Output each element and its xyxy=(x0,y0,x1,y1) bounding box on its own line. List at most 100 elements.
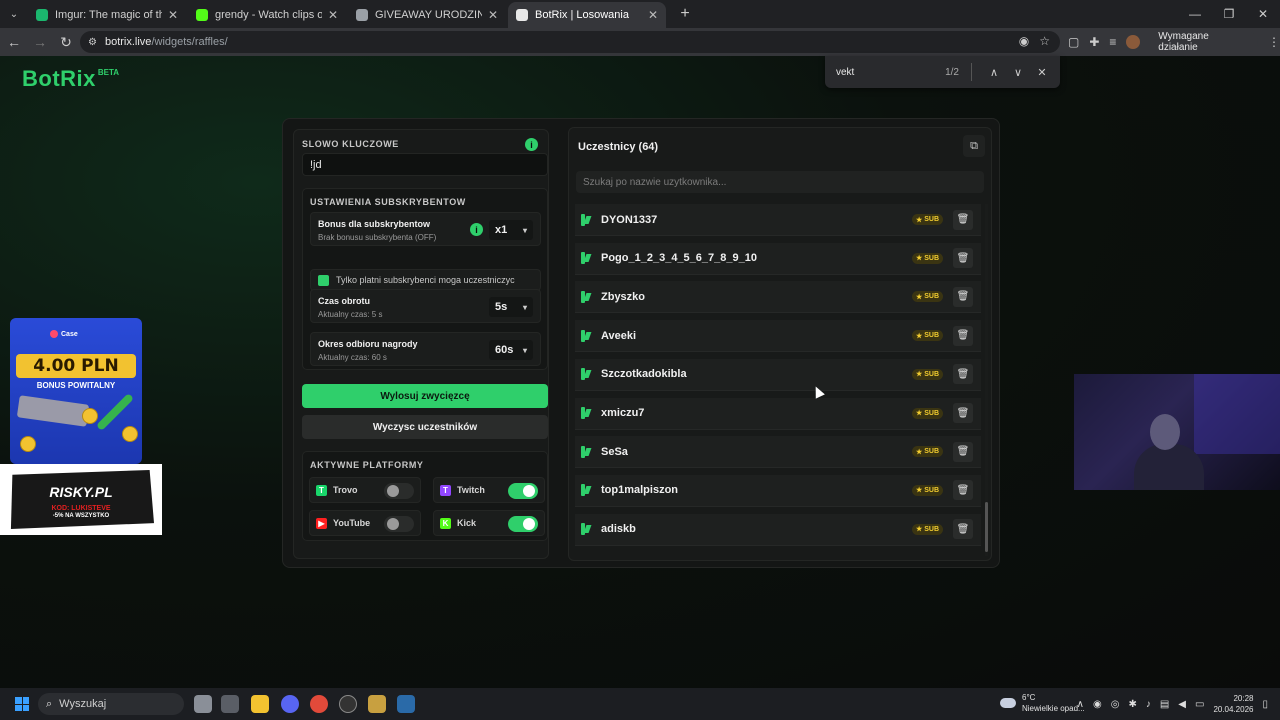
chrome-icon[interactable] xyxy=(310,695,328,713)
lens-icon[interactable]: ◉ xyxy=(1019,34,1029,48)
scrollbar-thumb[interactable] xyxy=(985,502,988,552)
extension-icon[interactable]: ▢ xyxy=(1068,35,1079,49)
puzzle-icon[interactable]: ✚ xyxy=(1089,35,1099,49)
sub-badge: ★ SUB xyxy=(911,330,943,342)
platform-trovo: T Trovo xyxy=(309,477,421,503)
discord-tray-icon[interactable]: ◉ xyxy=(1093,699,1102,710)
risky-ad-discount: -5% NA WSZYSTKO xyxy=(52,513,110,519)
back-icon[interactable]: ← xyxy=(2,30,26,54)
case-ad-banner: Case 4.00 PLN BONUS POWITALNY xyxy=(10,318,142,464)
battery-icon[interactable]: ▭ xyxy=(1195,699,1204,710)
tab-favicon-icon xyxy=(356,9,368,21)
claim-time-dropdown[interactable]: 60s ▾ xyxy=(489,340,533,360)
platform-toggle[interactable] xyxy=(508,516,538,532)
profile-avatar[interactable] xyxy=(1126,35,1141,49)
media-icon[interactable]: ≡ xyxy=(1109,35,1116,49)
minimize-icon[interactable]: — xyxy=(1178,0,1212,28)
sub-badge-label: SUB xyxy=(924,332,939,340)
forward-icon[interactable]: → xyxy=(28,30,52,54)
file-explorer-icon[interactable] xyxy=(251,695,269,713)
webcam-person-body xyxy=(1134,444,1204,490)
bluetooth-icon[interactable]: ✱ xyxy=(1128,699,1136,710)
trash-icon[interactable]: 🗑 xyxy=(953,248,973,269)
draw-winner-button[interactable]: Wylosuj zwycięzcę xyxy=(302,384,548,408)
case-ad-amount: 4.00 PLN xyxy=(16,354,136,378)
app-icon[interactable] xyxy=(368,695,386,713)
close-tab-icon[interactable]: ✕ xyxy=(168,8,178,22)
find-input[interactable]: vekt xyxy=(836,67,945,78)
chevron-up-icon[interactable]: ∧ xyxy=(1077,699,1084,710)
copy-icon[interactable]: ⧉ xyxy=(963,135,985,157)
steam-tray-icon[interactable]: ◎ xyxy=(1111,699,1120,710)
kick-icon xyxy=(581,445,591,458)
notifications-icon[interactable]: ▯ xyxy=(1262,699,1268,710)
reload-icon[interactable]: ↻ xyxy=(54,30,78,54)
trash-icon[interactable]: 🗑 xyxy=(953,519,973,540)
mic-icon[interactable]: ♪ xyxy=(1146,699,1151,710)
browser-tab[interactable]: GIVEAWAY URODZINOWY ✕ xyxy=(348,2,506,28)
clock[interactable]: 20:28 20.04.2026 xyxy=(1213,693,1253,715)
close-tab-icon[interactable]: ✕ xyxy=(648,8,658,22)
chevron-down-icon: ▾ xyxy=(522,302,527,312)
only-paid-subs-option[interactable]: Tylko platni subskrybenci moga uczestnic… xyxy=(310,269,541,291)
trash-icon[interactable]: 🗑 xyxy=(953,364,973,385)
browser-tab[interactable]: Imgur: The magic of the Interne ✕ xyxy=(28,2,186,28)
task-view-icon[interactable] xyxy=(194,695,212,713)
close-tab-icon[interactable]: ✕ xyxy=(328,8,338,22)
bookmark-star-icon[interactable]: ☆ xyxy=(1039,34,1050,48)
sub-bonus-value: x1 xyxy=(495,224,508,236)
logo[interactable]: BotRix BETA xyxy=(22,66,119,92)
platform-twitch: T Twitch xyxy=(433,477,545,503)
find-prev-icon[interactable]: ∧ xyxy=(984,66,1004,79)
taskbar-search[interactable]: ⌕ Wyszukaj xyxy=(38,693,184,715)
claim-time-title: Okres odbioru nagrody xyxy=(318,339,418,349)
weather-widget[interactable]: 6°C Niewielkie opad... xyxy=(1000,692,1085,714)
clear-participants-button[interactable]: Wyczysc uczestników xyxy=(302,415,548,439)
checkbox[interactable] xyxy=(318,274,329,286)
site-info-icon[interactable]: ⚙ xyxy=(88,37,97,48)
trash-icon[interactable]: 🗑 xyxy=(953,403,973,423)
find-close-icon[interactable]: ✕ xyxy=(1032,66,1052,79)
network-icon[interactable]: ▤ xyxy=(1160,699,1169,710)
address-bar[interactable]: ⚙ botrix.live/widgets/raffles/ ◉ ☆ xyxy=(80,31,1060,53)
kick-icon xyxy=(581,329,591,342)
trash-icon[interactable]: 🗑 xyxy=(953,480,973,501)
tab-search-icon[interactable]: ⌄ xyxy=(0,0,28,28)
raffle-panel: SLOWO KLUCZOWE i !jd USTAWIENIA SUBSKRYB… xyxy=(282,118,1000,568)
trash-icon[interactable]: 🗑 xyxy=(953,286,973,307)
windows-start-icon[interactable] xyxy=(15,697,29,711)
participant-name: adiskb xyxy=(601,523,636,536)
volume-icon[interactable]: ◀ xyxy=(1178,699,1186,710)
restore-icon[interactable]: ❐ xyxy=(1212,0,1246,28)
find-next-icon[interactable]: ∨ xyxy=(1008,66,1028,79)
sub-bonus-info-icon[interactable]: i xyxy=(470,223,483,236)
platform-toggle[interactable] xyxy=(508,483,538,499)
action-required-button[interactable]: Wymagane działanie xyxy=(1150,31,1258,53)
new-tab-button[interactable]: + xyxy=(674,3,696,25)
trash-icon[interactable]: 🗑 xyxy=(953,441,973,462)
claim-time-value: 60s xyxy=(495,344,514,356)
participant-name: top1malpiszon xyxy=(601,484,679,497)
obs-icon[interactable] xyxy=(339,695,357,713)
more-menu-icon[interactable]: ⋮ xyxy=(1268,35,1280,49)
kick-icon xyxy=(581,252,591,265)
trash-icon[interactable]: 🗑 xyxy=(953,325,973,346)
platform-toggle[interactable] xyxy=(384,516,414,532)
trash-icon[interactable]: 🗑 xyxy=(953,209,973,230)
browser-tab[interactable]: BotRix | Losowania ✕ xyxy=(508,2,666,28)
sub-bonus-dropdown[interactable]: x1 ▾ xyxy=(489,220,533,240)
keyword-input[interactable]: !jd xyxy=(302,153,548,176)
steam-icon[interactable] xyxy=(397,695,415,713)
discord-icon[interactable] xyxy=(281,695,299,713)
close-tab-icon[interactable]: ✕ xyxy=(488,8,498,22)
browser-tab[interactable]: grendy - Watch clips on Kick ✕ xyxy=(188,2,346,28)
participant-name: Zbyszko xyxy=(601,290,646,303)
platform-label: Kick xyxy=(457,518,477,528)
spin-time-dropdown[interactable]: 5s ▾ xyxy=(489,297,533,317)
platform-toggle[interactable] xyxy=(384,483,414,499)
info-icon[interactable]: i xyxy=(525,138,538,151)
close-window-icon[interactable]: ✕ xyxy=(1246,0,1280,28)
risky-ad-code: KOD: LUKISTEVE xyxy=(51,505,111,512)
participant-search-input[interactable]: Szukaj po nazwie uzytkownika... xyxy=(576,171,984,193)
widgets-app-icon[interactable] xyxy=(221,695,239,713)
